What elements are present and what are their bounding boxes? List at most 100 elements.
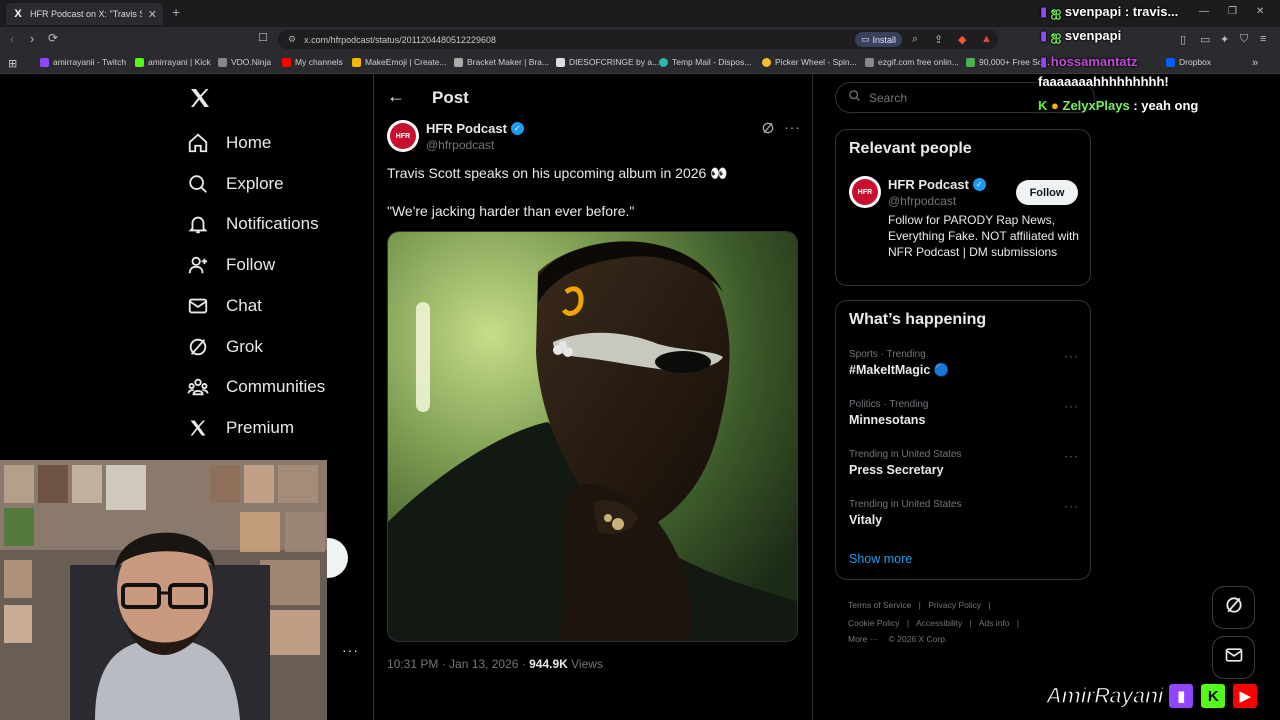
- whats-happening-title: What’s happening: [849, 311, 987, 328]
- trend-item[interactable]: Politics · Trending Minnesotans ···: [849, 399, 1079, 427]
- bookmark-item[interactable]: DIESOFCRINGE by a...: [556, 57, 659, 67]
- relevant-person-name[interactable]: HFR Podcast ✓: [888, 177, 986, 192]
- follow-button[interactable]: Follow: [1016, 180, 1078, 205]
- minimize-icon[interactable]: —: [1199, 6, 1209, 17]
- sidebar-toggle-icon[interactable]: ▯: [1180, 33, 1186, 46]
- footer-more-link[interactable]: More ···: [848, 634, 878, 644]
- bookmark-item[interactable]: MakeEmoji | Create...: [352, 57, 447, 67]
- bookmarks-overflow-icon[interactable]: »: [1252, 57, 1258, 69]
- bookmark-item[interactable]: Bracket Maker | Bra...: [454, 57, 549, 67]
- bookmark-item[interactable]: My channels: [282, 57, 343, 67]
- footer-divider: |: [906, 618, 910, 628]
- new-tab-button[interactable]: +: [172, 4, 180, 20]
- streamer-name: AmirRayani: [1045, 682, 1164, 709]
- maximize-icon[interactable]: ❐: [1228, 6, 1237, 17]
- nav-label: Notifications: [226, 214, 319, 233]
- trend-more-icon[interactable]: ···: [1064, 399, 1079, 413]
- twitch-logo-icon: ▮: [1167, 682, 1196, 710]
- bookmark-item[interactable]: 90,000+ Free So...: [966, 57, 1050, 67]
- copyright-text: © 2026 X Corp.: [888, 634, 948, 644]
- trend-name: #MakeItMagic 🔵: [849, 363, 950, 377]
- home-icon: [186, 131, 210, 155]
- back-arrow-icon[interactable]: ←: [387, 86, 405, 107]
- grok-icon: [186, 335, 210, 359]
- post-more-icon[interactable]: ···: [784, 119, 801, 135]
- chat-username: hossamantatz: [1050, 54, 1138, 69]
- bookmark-item[interactable]: amirrayanii - Twitch: [40, 57, 126, 67]
- trend-item[interactable]: Trending in United States Vitaly ···: [849, 499, 1079, 527]
- menu-icon[interactable]: ≡: [1260, 33, 1266, 45]
- forward-nav-icon[interactable]: ›: [30, 31, 34, 46]
- grok-icon[interactable]: [761, 121, 775, 138]
- trend-name: Minnesotans: [849, 413, 926, 427]
- twitch-badge-icon: ▮: [1040, 28, 1048, 43]
- brave-rewards-icon[interactable]: ▲: [981, 33, 992, 45]
- privacy-link[interactable]: Privacy Policy: [928, 600, 981, 610]
- relevant-person-handle[interactable]: @hfrpodcast: [888, 194, 956, 208]
- search-input[interactable]: [869, 90, 1049, 105]
- nav-item-communities[interactable]: Communities: [186, 372, 325, 402]
- bookmark-favicon-icon: [966, 57, 975, 67]
- back-nav-icon[interactable]: ‹: [10, 31, 14, 46]
- bookmark-item[interactable]: Picker Wheel - Spin...: [762, 57, 857, 67]
- accessibility-link[interactable]: Accessibility: [916, 618, 962, 628]
- nav-item-chat[interactable]: Chat: [186, 291, 262, 321]
- cookie-link[interactable]: Cookie Policy: [848, 618, 900, 628]
- terms-link[interactable]: Terms of Service: [848, 600, 911, 610]
- bookmark-favicon-icon: [762, 57, 771, 67]
- trend-item[interactable]: Trending in United States Press Secretar…: [849, 449, 1079, 477]
- close-window-icon[interactable]: ✕: [1256, 6, 1264, 17]
- vpn-icon[interactable]: ⛉: [1240, 33, 1248, 46]
- bookmark-icon[interactable]: ☐: [258, 31, 268, 44]
- bookmark-favicon-icon: [135, 57, 144, 67]
- x-logo-icon[interactable]: [188, 86, 212, 117]
- ads-info-link[interactable]: Ads info: [979, 618, 1010, 628]
- trend-more-icon[interactable]: ···: [1064, 449, 1079, 463]
- zoom-icon[interactable]: ⌕: [912, 33, 918, 46]
- site-info-icon[interactable]: ⚙: [288, 34, 296, 45]
- nav-item-grok[interactable]: Grok: [186, 332, 263, 362]
- author-handle[interactable]: @hfrpodcast: [426, 138, 494, 152]
- nav-item-premium[interactable]: Premium: [186, 413, 294, 443]
- nav-item-explore[interactable]: Explore: [186, 169, 284, 199]
- extensions-icon[interactable]: ✦: [1220, 33, 1229, 46]
- bookmark-label: DIESOFCRINGE by a...: [569, 57, 660, 67]
- nav-item-follow[interactable]: Follow: [186, 250, 275, 280]
- browser-tab[interactable]: X HFR Podcast on X: "Travis Scott s ✕: [6, 3, 163, 25]
- wallet-icon[interactable]: ▭: [1200, 33, 1210, 46]
- relevant-person-avatar[interactable]: HFR: [849, 176, 881, 208]
- trend-more-icon[interactable]: ···: [1064, 349, 1079, 363]
- author-avatar[interactable]: HFR: [387, 120, 419, 152]
- nav-label: Communities: [226, 377, 326, 396]
- nav-item-notifications[interactable]: Notifications: [186, 209, 319, 239]
- nav-item-home[interactable]: Home: [186, 128, 271, 158]
- bookmark-item[interactable]: Dropbox: [1166, 57, 1211, 67]
- install-button[interactable]: ▭ Install: [855, 32, 903, 47]
- close-tab-icon[interactable]: ✕: [148, 8, 157, 21]
- chat-message: K ● ZelyxPlays : yeah ong: [1038, 98, 1198, 113]
- trend-item[interactable]: Sports · Trending #MakeItMagic 🔵 ···: [849, 349, 1079, 378]
- reload-icon[interactable]: ⟳: [48, 31, 58, 45]
- post-image[interactable]: [387, 231, 798, 642]
- trend-more-icon[interactable]: ···: [1064, 499, 1079, 513]
- brave-shield-icon[interactable]: ◆: [958, 33, 966, 46]
- youtube-logo-icon: ▶: [1231, 682, 1260, 710]
- bookmark-item[interactable]: Temp Mail - Dispos...: [659, 57, 751, 67]
- post-timestamp[interactable]: 10:31 PM · Jan 13, 2026 ·: [387, 657, 529, 671]
- bookmark-item[interactable]: ezgif.com free onlin...: [865, 57, 959, 67]
- mail-icon: [186, 294, 210, 318]
- account-more-icon[interactable]: ···: [342, 642, 359, 658]
- bookmark-favicon-icon: [352, 57, 361, 67]
- bookmark-favicon-icon: [865, 57, 874, 67]
- apps-grid-icon[interactable]: ⊞: [8, 57, 17, 70]
- footer-links-row: Cookie Policy | Accessibility | Ads info…: [848, 618, 1024, 628]
- share-icon[interactable]: ⇪: [934, 33, 943, 46]
- bookmark-item[interactable]: VDO.Ninja: [218, 57, 271, 67]
- author-name[interactable]: HFR Podcast ✓: [426, 121, 524, 136]
- post-meta: 10:31 PM · Jan 13, 2026 · 944.9K Views: [387, 657, 603, 671]
- grok-fab-button[interactable]: [1212, 586, 1255, 629]
- chat-message: ▮ ஐ svenpapi : travis...: [1040, 4, 1178, 21]
- messages-fab-button[interactable]: [1212, 636, 1255, 679]
- show-more-link[interactable]: Show more: [849, 552, 912, 566]
- bookmark-item[interactable]: amirrayani | Kick: [135, 57, 211, 67]
